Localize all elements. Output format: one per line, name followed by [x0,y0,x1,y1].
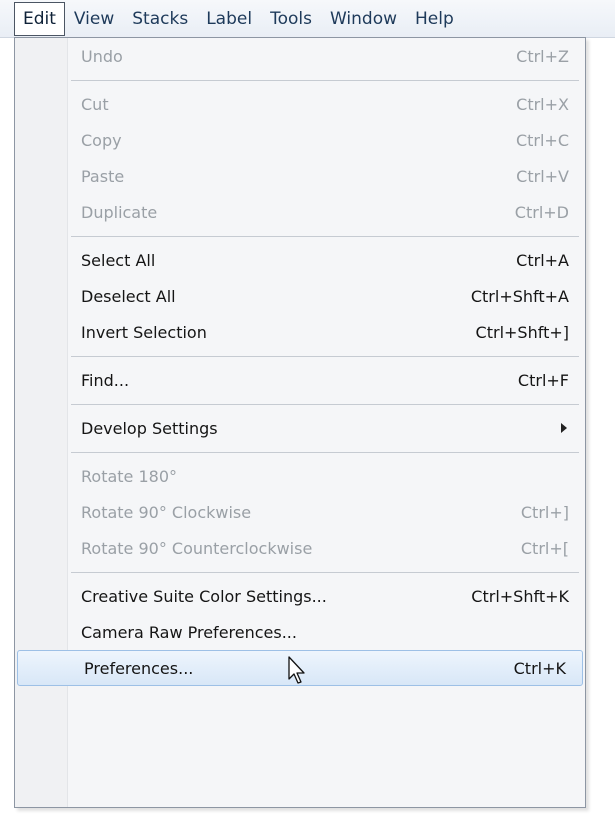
menu-item-shortcut: Ctrl+X [516,94,569,114]
menu-item-shortcut: Ctrl+[ [520,538,569,558]
menu-item-develop-settings[interactable]: Develop Settings [15,410,585,446]
menu-item-shortcut: Ctrl+D [514,202,569,222]
menu-item-shortcut: Ctrl+A [516,250,569,270]
menu-item-paste[interactable]: Paste Ctrl+V [15,158,585,194]
menubar-view[interactable]: View [65,2,123,36]
menu-item-select-all[interactable]: Select All Ctrl+A [15,242,585,278]
menu-item-shortcut: Ctrl+] [520,502,569,522]
menu-item-preferences[interactable]: Preferences... Ctrl+K [17,650,583,686]
menu-separator [15,230,585,242]
menu-item-label: Rotate 90° Clockwise [81,502,252,522]
menu-item-invert-selection[interactable]: Invert Selection Ctrl+Shft+] [15,314,585,350]
menu-item-deselect-all[interactable]: Deselect All Ctrl+Shft+A [15,278,585,314]
menu-item-copy[interactable]: Copy Ctrl+C [15,122,585,158]
menu-separator [15,350,585,362]
menu-item-label: Undo [81,46,123,66]
menubar-help[interactable]: Help [406,2,463,36]
menu-item-creative-suite-color-settings[interactable]: Creative Suite Color Settings... Ctrl+Shf… [15,578,585,614]
menu-item-cut[interactable]: Cut Ctrl+X [15,86,585,122]
menu-item-camera-raw-preferences[interactable]: Camera Raw Preferences... [15,614,585,650]
menubar-label[interactable]: Label [197,2,261,36]
menu-separator [15,446,585,458]
menu-item-label: Deselect All [81,286,176,306]
menu-item-shortcut: Ctrl+Shft+K [471,586,569,606]
menu-separator [15,566,585,578]
menu-item-label: Copy [81,130,122,150]
menu-item-rotate-180[interactable]: Rotate 180° [15,458,585,494]
edit-menu-items: Undo Ctrl+Z Cut Ctrl+X Copy Ctrl+C Paste Ctrl+V… [15,38,585,686]
menu-item-label: Find... [81,370,130,390]
menubar-edit[interactable]: Edit [14,1,65,36]
chevron-right-icon [561,423,567,433]
menu-item-label: Camera Raw Preferences... [81,622,297,642]
menu-item-label: Duplicate [81,202,158,222]
menu-item-rotate-90-counterclockwise[interactable]: Rotate 90° Counterclockwise Ctrl+[ [15,530,585,566]
menu-item-shortcut: Ctrl+V [516,166,569,186]
mouse-pointer-icon [288,656,305,684]
menu-item-label: Invert Selection [81,322,207,342]
menu-item-shortcut: Ctrl+K [513,658,566,678]
edit-menu-dropdown: Undo Ctrl+Z Cut Ctrl+X Copy Ctrl+C Paste Ctrl+V… [14,37,586,808]
menu-item-label: Rotate 180° [81,466,178,486]
menu-item-label: Develop Settings [81,418,218,438]
menu-item-find[interactable]: Find... Ctrl+F [15,362,585,398]
menu-item-label: Rotate 90° Counterclockwise [81,538,313,558]
menu-item-undo[interactable]: Undo Ctrl+Z [15,38,585,74]
menu-bar: Edit View Stacks Label Tools Window Help [0,0,615,38]
menu-item-duplicate[interactable]: Duplicate Ctrl+D [15,194,585,230]
menu-item-label: Paste [81,166,125,186]
menu-item-label: Cut [81,94,109,114]
menubar-tools[interactable]: Tools [261,2,321,36]
menu-item-shortcut: Ctrl+F [517,370,569,390]
screen: Edit View Stacks Label Tools Window Help Undo C… [0,0,615,821]
menu-item-shortcut: Ctrl+Shft+A [470,286,569,306]
menubar-stacks[interactable]: Stacks [123,2,197,36]
menu-item-rotate-90-clockwise[interactable]: Rotate 90° Clockwise Ctrl+] [15,494,585,530]
menu-item-shortcut: Ctrl+C [515,130,569,150]
menu-item-label: Creative Suite Color Settings... [81,586,327,606]
menu-item-shortcut: Ctrl+Z [516,46,569,66]
menu-item-label: Select All [81,250,156,270]
menubar-window[interactable]: Window [321,2,406,36]
menu-item-shortcut: Ctrl+Shft+] [475,322,569,342]
menu-separator [15,74,585,86]
menu-separator [15,398,585,410]
